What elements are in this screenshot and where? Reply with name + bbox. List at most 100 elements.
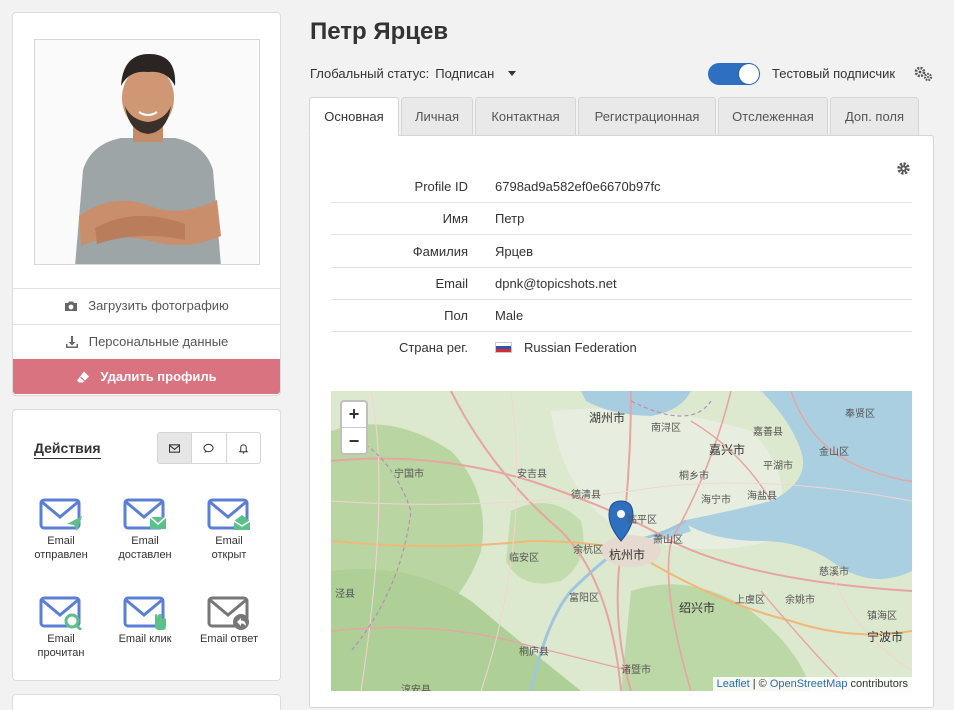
tab-tracked[interactable]: Отслеженная [718,97,828,136]
map-label-anji: 安吉县 [517,469,547,480]
map-label-pinghu: 平湖市 [763,461,793,472]
field-value: Male [495,308,523,323]
tab-registration[interactable]: Регистрационная [578,97,716,136]
openstreetmap-link[interactable]: OpenStreetMap [770,678,848,690]
filter-bell-button[interactable] [227,433,260,463]
map-attribution: Leaflet | © OpenStreetMap contributors [712,677,912,691]
chat-icon [203,443,215,453]
chevron-down-icon [508,71,517,76]
global-status-label: Глобальный статус: [310,66,430,81]
actions-title: Действия [34,440,101,459]
field-key: Profile ID [414,179,468,194]
field-key: Имя [442,211,468,226]
upload-photo-label: Загрузить фотографию [88,298,229,313]
action-label: Email клик [118,633,172,645]
download-icon [65,335,78,348]
filter-chat-button[interactable] [192,433,227,463]
map-label-yuyao: 余姚市 [785,595,815,606]
camera-icon [65,301,78,311]
map-label-zhuji: 诸暨市 [621,665,651,676]
field-key: Фамилия [412,244,468,259]
email-read-icon [39,596,83,630]
eraser-icon [77,371,90,382]
filter-email-button[interactable] [158,433,193,463]
map-label-nanxun: 南浔区 [651,423,681,434]
person-photo-illustration [35,40,259,264]
email-delivered-icon [123,498,167,530]
delete-profile-button[interactable]: Удалить профиль [13,359,280,394]
map-label-tongxiang: 桐乡市 [679,471,709,482]
tab-main[interactable]: Основная [309,97,399,136]
leaflet-link[interactable]: Leaflet [717,678,750,690]
action-email-read[interactable]: Email прочитан [24,596,98,660]
field-value-text: Петр [495,211,525,226]
bottom-card [12,694,281,710]
map-label-haiyan: 海盐县 [747,491,777,502]
map-label-fuyang: 富阳区 [569,593,599,604]
test-subscriber-toggle[interactable] [708,63,760,85]
action-label: Email [215,535,243,547]
action-email-reply[interactable]: Email ответ [192,596,266,646]
action-label: доставлен [118,549,172,561]
field-value: Ярцев [495,244,533,259]
action-email-opened[interactable]: Email открыт [192,498,266,562]
field-row-gender: Пол Male [331,300,912,332]
field-row-last-name: Фамилия Ярцев [331,236,912,268]
map-label-cixi: 慈溪市 [819,567,849,578]
global-status-value: Подписан [435,66,495,81]
field-value-text: dpnk@topicshots.net [495,276,617,291]
field-value: 6798ad9a582ef0e6670b97fc [495,179,661,194]
bell-icon [238,443,249,454]
map-label-shaoxing: 绍兴市 [679,601,716,615]
field-key: Пол [444,308,468,323]
map-label-hangzhou: 杭州市 [609,548,646,562]
gears-icon[interactable] [913,66,933,82]
zoom-out-button[interactable]: − [342,428,366,454]
action-label: прочитан [37,647,85,659]
field-value-text: 6798ad9a582ef0e6670b97fc [495,179,661,194]
attribution-separator: | © [749,678,770,690]
map-label-zhenhai: 镇海区 [867,611,897,622]
map-label-ningbo: 宁波市 [867,630,904,644]
action-email-sent[interactable]: Email отправлен [24,498,98,562]
map-label-jiaxing: 嘉兴市 [709,443,746,457]
email-opened-icon [207,498,251,530]
field-row-profile-id: Profile ID 6798ad9a582ef0e6670b97fc [331,171,912,203]
map-label-shangyu: 上虞区 [735,595,765,606]
field-value-text: Male [495,308,524,323]
map-label-haining: 海宁市 [701,495,731,506]
location-map[interactable]: 湖州市 嘉兴市 杭州市 绍兴市 宁波市 德清县 安吉县 宁国市 桐乡市 海宁市 … [331,391,912,691]
field-value-text: Russian Federation [524,340,637,355]
main-tab-panel: Profile ID 6798ad9a582ef0e6670b97fc Имя … [309,135,934,708]
zoom-in-button[interactable]: + [342,402,366,428]
field-key: Страна рег. [398,340,468,355]
field-key: Email [435,276,468,291]
page-title: Петр Ярцев [310,18,449,45]
map-label-chunan: 淳安县 [401,685,431,691]
email-reply-icon [207,596,249,630]
personal-data-button[interactable]: Персональные данные [13,324,280,358]
action-email-click[interactable]: Email клик [108,596,182,646]
upload-photo-button[interactable]: Загрузить фотографию [13,288,280,322]
actions-filter-group [157,432,261,464]
field-value: Russian Federation [495,340,637,355]
action-label: Email ответ [200,633,258,645]
field-value-text: Ярцев [495,244,534,259]
field-row-first-name: Имя Петр [331,203,912,235]
tab-personal[interactable]: Личная [401,97,473,136]
tab-contact[interactable]: Контактная [475,97,576,136]
field-value: Петр [495,211,524,226]
action-label: отправлен [34,549,88,561]
personal-data-label: Персональные данные [88,334,229,349]
map-label-ningguo: 宁国市 [394,469,424,480]
russia-flag-icon [495,342,512,353]
toggle-knob [739,64,759,84]
map-label-linan: 临安区 [509,553,539,564]
profile-card: Загрузить фотографию Персональные данные… [12,12,281,396]
email-click-icon [123,596,166,630]
tab-extra-fields[interactable]: Доп. поля [830,97,919,136]
map-label-deqing: 德清县 [571,490,601,501]
action-email-delivered[interactable]: Email доставлен [108,498,182,562]
global-status-dropdown[interactable]: Глобальный статус: Подписан [310,66,517,81]
field-value: dpnk@topicshots.net [495,276,617,291]
